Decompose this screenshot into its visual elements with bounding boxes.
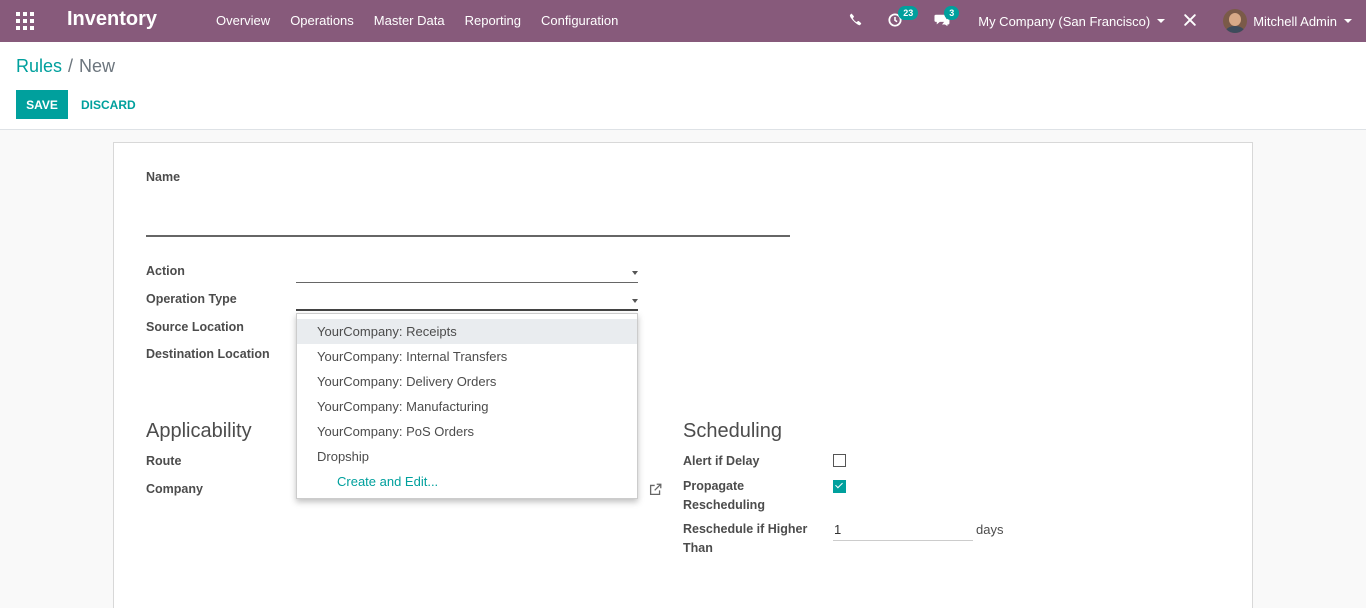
- destination-location-label: Destination Location: [146, 347, 270, 361]
- dropdown-option-receipts[interactable]: YourCompany: Receipts: [297, 319, 637, 344]
- dropdown-option-dropship[interactable]: Dropship: [297, 444, 637, 469]
- app-brand[interactable]: Inventory: [67, 8, 157, 31]
- debug-tools-icon[interactable]: [1183, 13, 1197, 30]
- alert-if-delay-label: Alert if Delay: [683, 454, 760, 468]
- form-sheet: Name Action Operation Type Source Locati…: [113, 142, 1253, 608]
- breadcrumb-current: New: [79, 56, 116, 76]
- propagate-rescheduling-checkbox[interactable]: [833, 480, 846, 493]
- activity-clock-icon[interactable]: 23: [888, 5, 919, 30]
- menu-overview[interactable]: Overview: [206, 0, 280, 42]
- dropdown-option-internal-transfers[interactable]: YourCompany: Internal Transfers: [297, 344, 637, 369]
- company-switcher[interactable]: My Company (San Francisco): [978, 13, 1166, 29]
- company-label: Company: [146, 482, 203, 496]
- dropdown-option-pos-orders[interactable]: YourCompany: PoS Orders: [297, 419, 637, 444]
- save-button[interactable]: Save: [16, 90, 68, 119]
- user-menu[interactable]: Mitchell Admin: [1223, 9, 1352, 33]
- dropdown-option-delivery-orders[interactable]: YourCompany: Delivery Orders: [297, 369, 637, 394]
- alert-if-delay-checkbox[interactable]: [833, 454, 846, 467]
- reschedule-threshold-label-line1: Reschedule if Higher: [683, 522, 808, 536]
- reschedule-days-input[interactable]: 1: [833, 519, 973, 541]
- name-label: Name: [146, 170, 181, 184]
- company-name: My Company (San Francisco): [978, 13, 1151, 29]
- scheduling-section-title: Scheduling: [683, 420, 782, 442]
- operation-type-select[interactable]: [296, 291, 638, 311]
- menu-operations[interactable]: Operations: [280, 0, 364, 42]
- create-and-edit-link[interactable]: Create and Edit...: [337, 469, 438, 494]
- menu-reporting[interactable]: Reporting: [455, 0, 531, 42]
- menu-master-data[interactable]: Master Data: [364, 0, 455, 42]
- main-menu: Overview Operations Master Data Reportin…: [206, 0, 628, 42]
- chevron-down-icon: [632, 271, 638, 275]
- user-name: Mitchell Admin: [1253, 13, 1337, 29]
- messages-icon[interactable]: 3: [934, 5, 960, 30]
- messages-count-badge: 3: [944, 5, 960, 20]
- source-location-label: Source Location: [146, 320, 244, 334]
- action-label: Action: [146, 264, 185, 278]
- breadcrumb-rules-link[interactable]: Rules: [16, 56, 62, 76]
- action-select[interactable]: [296, 263, 638, 283]
- days-unit-label: days: [976, 522, 1004, 537]
- name-field[interactable]: [146, 213, 790, 237]
- chevron-down-icon: [632, 299, 638, 303]
- avatar: [1223, 9, 1248, 33]
- breadcrumb: Rules / New: [16, 56, 115, 77]
- operation-type-label: Operation Type: [146, 292, 237, 306]
- applicability-section-title: Applicability: [146, 420, 252, 442]
- operation-type-dropdown: YourCompany: Receipts YourCompany: Inter…: [296, 313, 638, 499]
- chevron-down-icon: [1344, 19, 1352, 23]
- route-label: Route: [146, 454, 182, 468]
- propagate-rescheduling-label-line1: Propagate: [683, 479, 745, 493]
- propagate-rescheduling-label-line2: Rescheduling: [683, 498, 765, 512]
- discard-button[interactable]: DISCARD: [74, 90, 143, 119]
- dropdown-option-manufacturing[interactable]: YourCompany: Manufacturing: [297, 394, 637, 419]
- menu-configuration[interactable]: Configuration: [531, 0, 628, 42]
- control-panel: Rules / New Save DISCARD: [0, 42, 1366, 130]
- reschedule-threshold-label-line2: Than: [683, 541, 713, 555]
- breadcrumb-separator: /: [68, 56, 74, 76]
- external-link-icon[interactable]: [649, 483, 662, 499]
- activity-count-badge: 23: [898, 5, 919, 20]
- apps-grid-icon[interactable]: [16, 12, 34, 30]
- chevron-down-icon: [1157, 19, 1166, 23]
- phone-icon[interactable]: [849, 13, 862, 29]
- systray: 23 3 My Company (San Francisco) Mitchell…: [849, 0, 1366, 42]
- top-navbar: Inventory Overview Operations Master Dat…: [0, 0, 1366, 42]
